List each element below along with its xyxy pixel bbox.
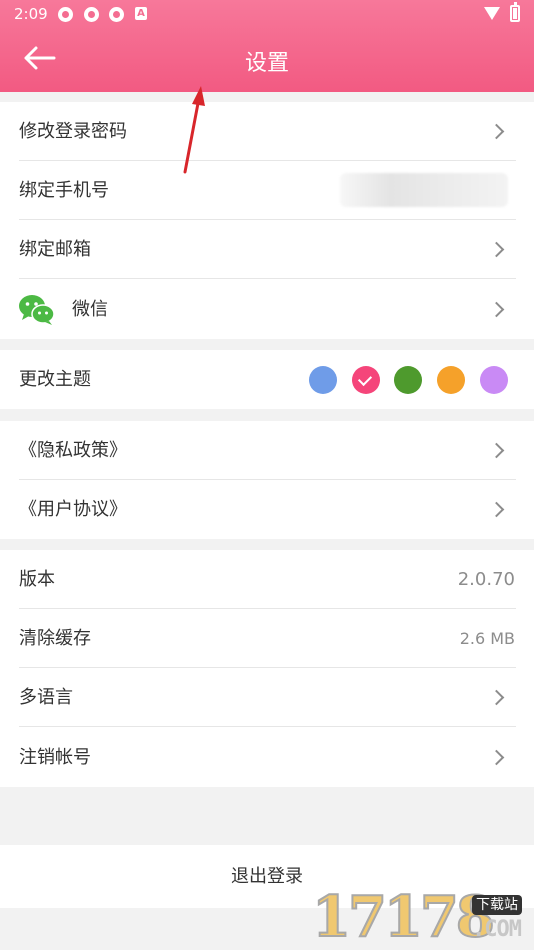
row-bind-email[interactable]: 绑定邮箱 xyxy=(0,220,534,279)
theme-color-green[interactable] xyxy=(394,366,422,394)
chevron-right-icon xyxy=(488,501,505,518)
theme-color-blue[interactable] xyxy=(309,366,337,394)
chevron-right-icon xyxy=(488,749,505,766)
row-label: 《隐私政策》 xyxy=(19,440,127,461)
row-delete-account[interactable]: 注销帐号 xyxy=(0,728,534,787)
row-change-theme: 更改主题 xyxy=(0,350,534,409)
row-label: 绑定手机号 xyxy=(19,180,109,201)
chevron-right-icon xyxy=(488,123,505,140)
watermark-logo: 17178 下载站 .COM xyxy=(311,884,534,950)
row-label: 版本 xyxy=(19,569,55,590)
row-label: 《用户协议》 xyxy=(19,499,127,520)
status-bar: 2:09 A xyxy=(0,0,534,28)
row-privacy-policy[interactable]: 《隐私政策》 xyxy=(0,421,534,480)
row-version: 版本 2.0.70 xyxy=(0,550,534,609)
row-label: 注销帐号 xyxy=(19,747,91,768)
chevron-right-icon xyxy=(488,301,505,318)
cache-size-value: 2.6 MB xyxy=(459,629,515,648)
row-label: 绑定邮箱 xyxy=(19,239,91,260)
chevron-right-icon xyxy=(488,442,505,459)
check-icon xyxy=(357,371,373,387)
chevron-right-icon xyxy=(488,241,505,258)
row-label: 微信 xyxy=(72,299,108,320)
theme-color-orange[interactable] xyxy=(437,366,465,394)
watermark-number: 17178 xyxy=(311,884,496,950)
row-language[interactable]: 多语言 xyxy=(0,668,534,727)
wechat-icon xyxy=(19,295,55,325)
theme-color-pink[interactable] xyxy=(352,366,380,394)
divider xyxy=(19,726,516,727)
blurred-phone-value xyxy=(340,173,508,207)
app-header: 2:09 A 设置 xyxy=(0,0,534,92)
theme-color-purple[interactable] xyxy=(480,366,508,394)
policy-section: 《隐私政策》 《用户协议》 xyxy=(0,421,534,539)
row-wechat[interactable]: 微信 xyxy=(0,280,534,339)
chevron-right-icon xyxy=(488,689,505,706)
watermark-tag: 下载站 xyxy=(472,895,522,915)
wifi-icon xyxy=(484,7,500,20)
notification-icon xyxy=(109,7,124,22)
page-title: 设置 xyxy=(244,51,289,76)
row-user-agreement[interactable]: 《用户协议》 xyxy=(0,480,534,539)
status-time: 2:09 xyxy=(14,5,48,23)
a-icon: A xyxy=(135,7,147,20)
misc-section: 版本 2.0.70 清除缓存 2.6 MB 多语言 注销帐号 xyxy=(0,550,534,787)
account-section: 修改登录密码 绑定手机号 绑定邮箱 微信 xyxy=(0,102,534,339)
row-label: 更改主题 xyxy=(19,369,91,390)
row-change-password[interactable]: 修改登录密码 xyxy=(0,102,534,161)
row-label: 修改登录密码 xyxy=(19,121,127,142)
notification-icon xyxy=(58,7,73,22)
row-clear-cache[interactable]: 清除缓存 2.6 MB xyxy=(0,609,534,668)
battery-icon xyxy=(510,2,520,22)
row-label: 清除缓存 xyxy=(19,628,91,649)
divider xyxy=(19,278,516,279)
watermark-domain: .COM xyxy=(472,917,522,942)
theme-section: 更改主题 xyxy=(0,350,534,409)
notification-icon xyxy=(84,7,99,22)
row-bind-phone[interactable]: 绑定手机号 xyxy=(0,161,534,220)
version-value: 2.0.70 xyxy=(457,569,515,590)
row-label: 多语言 xyxy=(19,687,73,708)
